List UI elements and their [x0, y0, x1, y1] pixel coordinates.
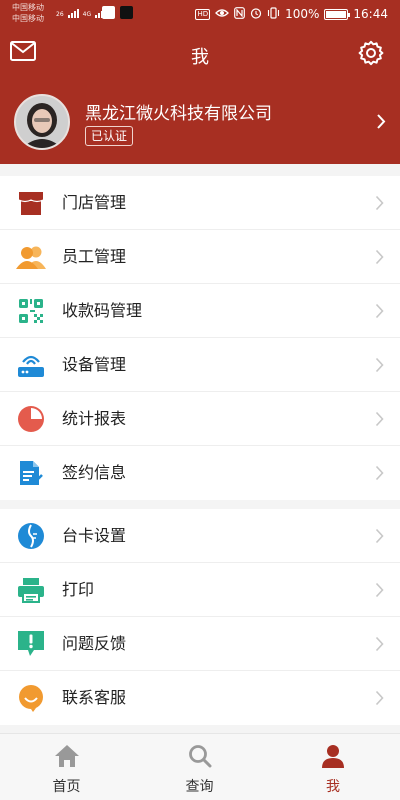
tab-label: 查询	[185, 779, 214, 795]
customer-service-icon	[16, 684, 46, 712]
qrcode-icon	[16, 297, 46, 325]
chevron-right-icon	[375, 636, 384, 656]
carrier-1: 中国移动	[12, 3, 44, 12]
pie-chart-icon	[16, 405, 46, 433]
menu-item-label: 员工管理	[62, 247, 127, 266]
company-name: 黑龙江微火科技有限公司	[85, 104, 272, 124]
home-icon	[54, 744, 80, 772]
menu-item-label: 收款码管理	[62, 301, 143, 320]
header: 我	[0, 28, 400, 82]
user-icon	[321, 744, 345, 772]
carrier-2: 中国移动	[12, 14, 44, 23]
menu-item-label: 签约信息	[62, 463, 127, 482]
menu-item-label: 联系客服	[62, 688, 127, 707]
network-label-1: 26	[56, 11, 64, 18]
menu-group-settings: 台卡设置 打印 问题反馈 联系客服	[0, 509, 400, 725]
tab-label: 首页	[52, 779, 81, 795]
battery-percent: 100%	[285, 7, 320, 21]
status-bar: 中国移动 中国移动 26 4G HD 100% 16:44	[0, 0, 400, 28]
avatar	[14, 94, 70, 150]
router-icon	[16, 351, 46, 379]
chevron-right-icon	[375, 249, 384, 269]
contract-icon	[16, 459, 46, 487]
menu-item-print[interactable]: 打印	[0, 563, 400, 617]
tiktok-icon	[120, 6, 133, 19]
chevron-right-icon	[376, 113, 386, 134]
nfc-icon	[234, 6, 245, 22]
bottom-tab-bar: 首页 查询 我	[0, 733, 400, 800]
chevron-right-icon	[375, 582, 384, 602]
menu-item-store[interactable]: 门店管理	[0, 176, 400, 230]
tab-label: 我	[326, 779, 340, 795]
network-label-2: 4G	[82, 11, 92, 18]
chevron-right-icon	[375, 411, 384, 431]
menu-item-device[interactable]: 设备管理	[0, 338, 400, 392]
printer-icon	[16, 576, 46, 604]
profile-card[interactable]: 黑龙江微火科技有限公司 已认证	[0, 82, 400, 164]
notification-app-icon	[102, 6, 115, 19]
menu-item-label: 打印	[62, 580, 95, 599]
menu-item-staff[interactable]: 员工管理	[0, 230, 400, 284]
battery-icon	[324, 8, 351, 20]
chevron-right-icon	[375, 303, 384, 323]
tab-home[interactable]: 首页	[0, 734, 133, 800]
tab-me[interactable]: 我	[266, 734, 400, 800]
menu-item-label: 统计报表	[62, 409, 127, 428]
chevron-right-icon	[375, 528, 384, 548]
menu-item-feedback[interactable]: 问题反馈	[0, 617, 400, 671]
menu-item-qrcode[interactable]: 收款码管理	[0, 284, 400, 338]
alarm-icon	[250, 7, 262, 22]
page-title: 我	[191, 47, 209, 68]
staff-icon	[16, 243, 46, 271]
chevron-right-icon	[375, 465, 384, 485]
menu-group-management: 门店管理 员工管理 收款码管理 设备管理 统计报表 签约信息	[0, 176, 400, 500]
menu-item-report[interactable]: 统计报表	[0, 392, 400, 446]
chevron-right-icon	[375, 195, 384, 215]
clock-time: 16:44	[353, 7, 388, 21]
menu-item-label: 设备管理	[62, 355, 127, 374]
menu-item-card-stand[interactable]: 台卡设置	[0, 509, 400, 563]
menu-item-contract[interactable]: 签约信息	[0, 446, 400, 500]
menu-item-customer-service[interactable]: 联系客服	[0, 671, 400, 725]
eye-icon	[215, 7, 230, 21]
menu-item-label: 门店管理	[62, 193, 127, 212]
menu-item-label: 问题反馈	[62, 634, 127, 653]
menu-item-label: 台卡设置	[62, 526, 127, 545]
search-icon	[188, 744, 212, 772]
hd-icon: HD	[195, 8, 211, 20]
signal-bars-icon	[67, 9, 79, 18]
status-right: HD 100% 16:44	[195, 6, 388, 22]
signal-icons: 26 4G	[56, 4, 107, 18]
feedback-icon	[16, 630, 46, 658]
tab-search[interactable]: 查询	[133, 734, 266, 800]
gear-icon[interactable]	[358, 40, 384, 70]
card-stand-icon	[16, 522, 46, 550]
store-icon	[16, 189, 46, 217]
chevron-right-icon	[375, 690, 384, 710]
chevron-right-icon	[375, 357, 384, 377]
vibrate-icon	[267, 6, 280, 22]
verified-badge: 已认证	[85, 126, 134, 146]
